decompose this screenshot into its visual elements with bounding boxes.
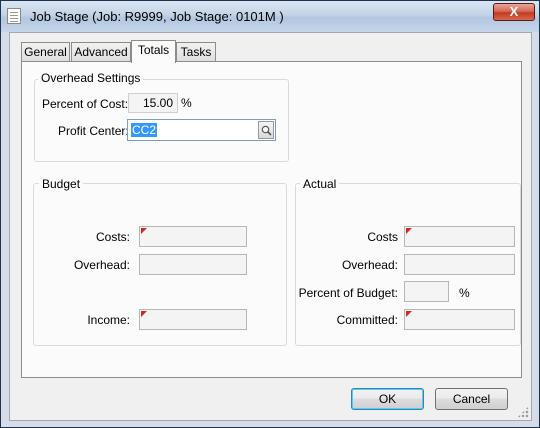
actual-label: Actual <box>300 177 340 191</box>
tab-advanced[interactable]: Advanced <box>71 42 131 61</box>
percent-of-budget-unit: % <box>459 286 470 300</box>
actual-costs-label: Costs <box>367 230 398 244</box>
tab-general[interactable]: General <box>21 42 70 61</box>
cancel-button[interactable]: Cancel <box>435 388 508 410</box>
budget-income-field <box>139 309 247 330</box>
budget-overhead-label: Overhead: <box>73 258 130 272</box>
required-flag-icon <box>141 311 147 317</box>
window-title: Job Stage (Job: R9999, Job Stage: 0101M … <box>30 9 284 24</box>
overhead-settings-label: Overhead Settings <box>38 71 144 85</box>
tab-totals[interactable]: Totals <box>131 40 176 63</box>
percent-of-cost-unit: % <box>181 96 192 110</box>
dialog-window: Job Stage (Job: R9999, Job Stage: 0101M … <box>0 0 540 428</box>
resize-grip[interactable] <box>517 406 529 418</box>
title-bar[interactable]: Job Stage (Job: R9999, Job Stage: 0101M … <box>1 1 539 32</box>
budget-costs-label: Costs: <box>95 230 130 244</box>
percent-of-budget-label: Percent of Budget: <box>298 286 398 300</box>
committed-field <box>404 309 515 330</box>
close-button[interactable]: X <box>493 3 535 21</box>
required-flag-icon <box>406 311 412 317</box>
percent-of-cost-input[interactable]: 15.00 <box>128 93 178 113</box>
profit-center-value: CC2 <box>131 123 158 137</box>
required-flag-icon <box>141 228 147 234</box>
dialog-client-area: General Advanced Totals Tasks Overhead S… <box>9 32 532 421</box>
budget-costs-field <box>139 226 247 247</box>
actual-overhead-label: Overhead: <box>341 258 398 272</box>
percent-of-cost-label: Percent of Cost: <box>42 97 129 111</box>
required-flag-icon <box>406 228 412 234</box>
ok-button[interactable]: OK <box>351 388 424 410</box>
actual-overhead-field <box>404 254 515 275</box>
budget-label: Budget <box>39 177 84 191</box>
profit-center-input[interactable]: CC2 <box>127 119 276 141</box>
committed-label: Committed: <box>336 313 398 327</box>
magnifier-icon <box>261 125 272 136</box>
profit-center-label: Profit Center: <box>58 124 129 138</box>
budget-overhead-field <box>139 254 247 275</box>
budget-income-label: Income: <box>87 313 130 327</box>
actual-costs-field <box>404 226 515 247</box>
document-icon <box>7 8 21 24</box>
lookup-button[interactable] <box>258 121 274 139</box>
percent-of-budget-field <box>404 281 449 302</box>
tab-tasks[interactable]: Tasks <box>176 42 216 61</box>
